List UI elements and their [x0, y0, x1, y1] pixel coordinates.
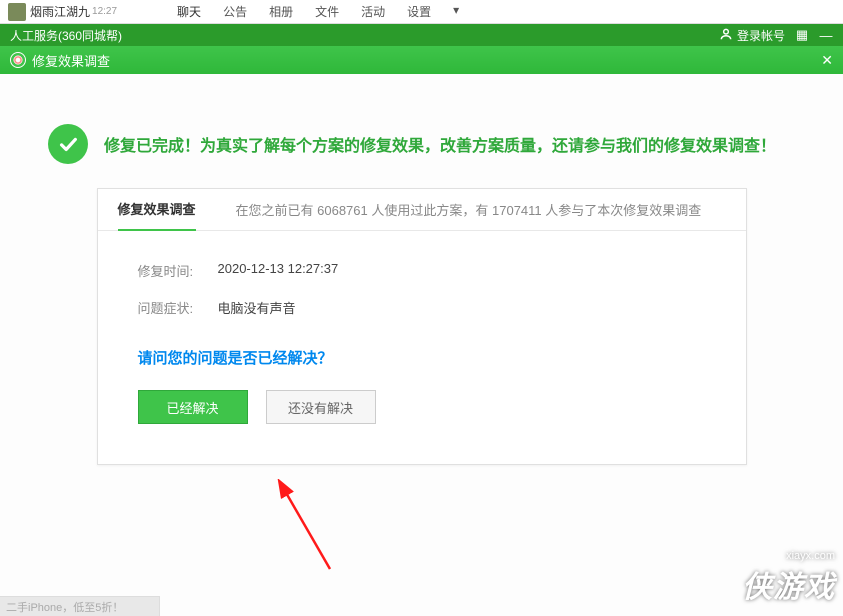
service-bar: 人工服务(360同城帮) 登录帐号 ▦ — — [0, 24, 843, 46]
repair-time-row: 修复时间: 2020-12-13 12:27:37 — [138, 261, 706, 280]
survey-tab-label: 修复效果调查 — [118, 189, 196, 231]
survey-body: 修复时间: 2020-12-13 12:27:37 问题症状: 电脑没有声音 请… — [98, 231, 746, 464]
survey-box: 修复效果调查 在您之前已有 6068761 人使用过此方案，有 1707411 … — [97, 188, 747, 465]
headline-row: 修复已完成！为真实了解每个方案的修复效果，改善方案质量，还请参与我们的修复效果调… — [0, 124, 843, 164]
symptom-label: 问题症状: — [138, 298, 218, 317]
window-title-bar: 修复效果调查 ✕ — [0, 46, 843, 74]
watermark-url: xiayx.com — [742, 550, 835, 562]
login-label: 登录帐号 — [737, 27, 785, 44]
group-avatar — [8, 3, 26, 21]
group-tab-bar: 烟雨江湖九 12:27 聊天 公告 相册 文件 活动 设置 ▾ — [0, 0, 843, 24]
login-button[interactable]: 登录帐号 — [719, 27, 785, 44]
service-label: 人工服务(360同城帮) — [10, 27, 122, 44]
tab-files[interactable]: 文件 — [315, 3, 339, 20]
symptom-value: 电脑没有声音 — [218, 298, 296, 317]
tab-album[interactable]: 相册 — [269, 3, 293, 20]
repair-time-label: 修复时间: — [138, 261, 218, 280]
arrow-annotation-icon — [270, 479, 350, 579]
solved-button[interactable]: 已经解决 — [138, 390, 248, 424]
watermark: xiayx.com 侠游戏 — [742, 553, 835, 606]
tab-more-icon[interactable]: ▾ — [453, 3, 459, 20]
tab-settings[interactable]: 设置 — [407, 3, 431, 20]
tab-items: 聊天 公告 相册 文件 活动 设置 ▾ — [177, 3, 459, 20]
user-icon — [719, 27, 733, 44]
window-title: 修复效果调查 — [32, 51, 110, 70]
success-check-icon — [48, 124, 88, 164]
not-solved-button[interactable]: 还没有解决 — [266, 390, 376, 424]
survey-stats: 在您之前已有 6068761 人使用过此方案，有 1707411 人参与了本次修… — [236, 200, 702, 219]
content-area: 修复已完成！为真实了解每个方案的修复效果，改善方案质量，还请参与我们的修复效果调… — [0, 74, 843, 616]
close-icon[interactable]: ✕ — [821, 52, 833, 69]
app-icon — [10, 52, 26, 68]
headline-text: 修复已完成！为真实了解每个方案的修复效果，改善方案质量，还请参与我们的修复效果调… — [104, 132, 776, 156]
survey-header: 修复效果调查 在您之前已有 6068761 人使用过此方案，有 1707411 … — [98, 189, 746, 231]
tab-notice[interactable]: 公告 — [223, 3, 247, 20]
minimize-icon[interactable]: — — [819, 28, 833, 42]
feedback-icon[interactable]: ▦ — [795, 28, 809, 42]
repair-time-value: 2020-12-13 12:27:37 — [218, 261, 339, 280]
bottom-ad-strip[interactable]: 二手iPhone，低至5折！ — [0, 596, 160, 616]
tab-activity[interactable]: 活动 — [361, 3, 385, 20]
symptom-row: 问题症状: 电脑没有声音 — [138, 298, 706, 317]
time-badge: 12:27 — [92, 6, 117, 17]
button-row: 已经解决 还没有解决 — [138, 390, 706, 424]
survey-question: 请问您的问题是否已经解决？ — [138, 347, 706, 368]
watermark-cn: 侠游戏 — [742, 571, 835, 604]
tab-chat[interactable]: 聊天 — [177, 3, 201, 20]
group-name: 烟雨江湖九 — [30, 3, 90, 20]
